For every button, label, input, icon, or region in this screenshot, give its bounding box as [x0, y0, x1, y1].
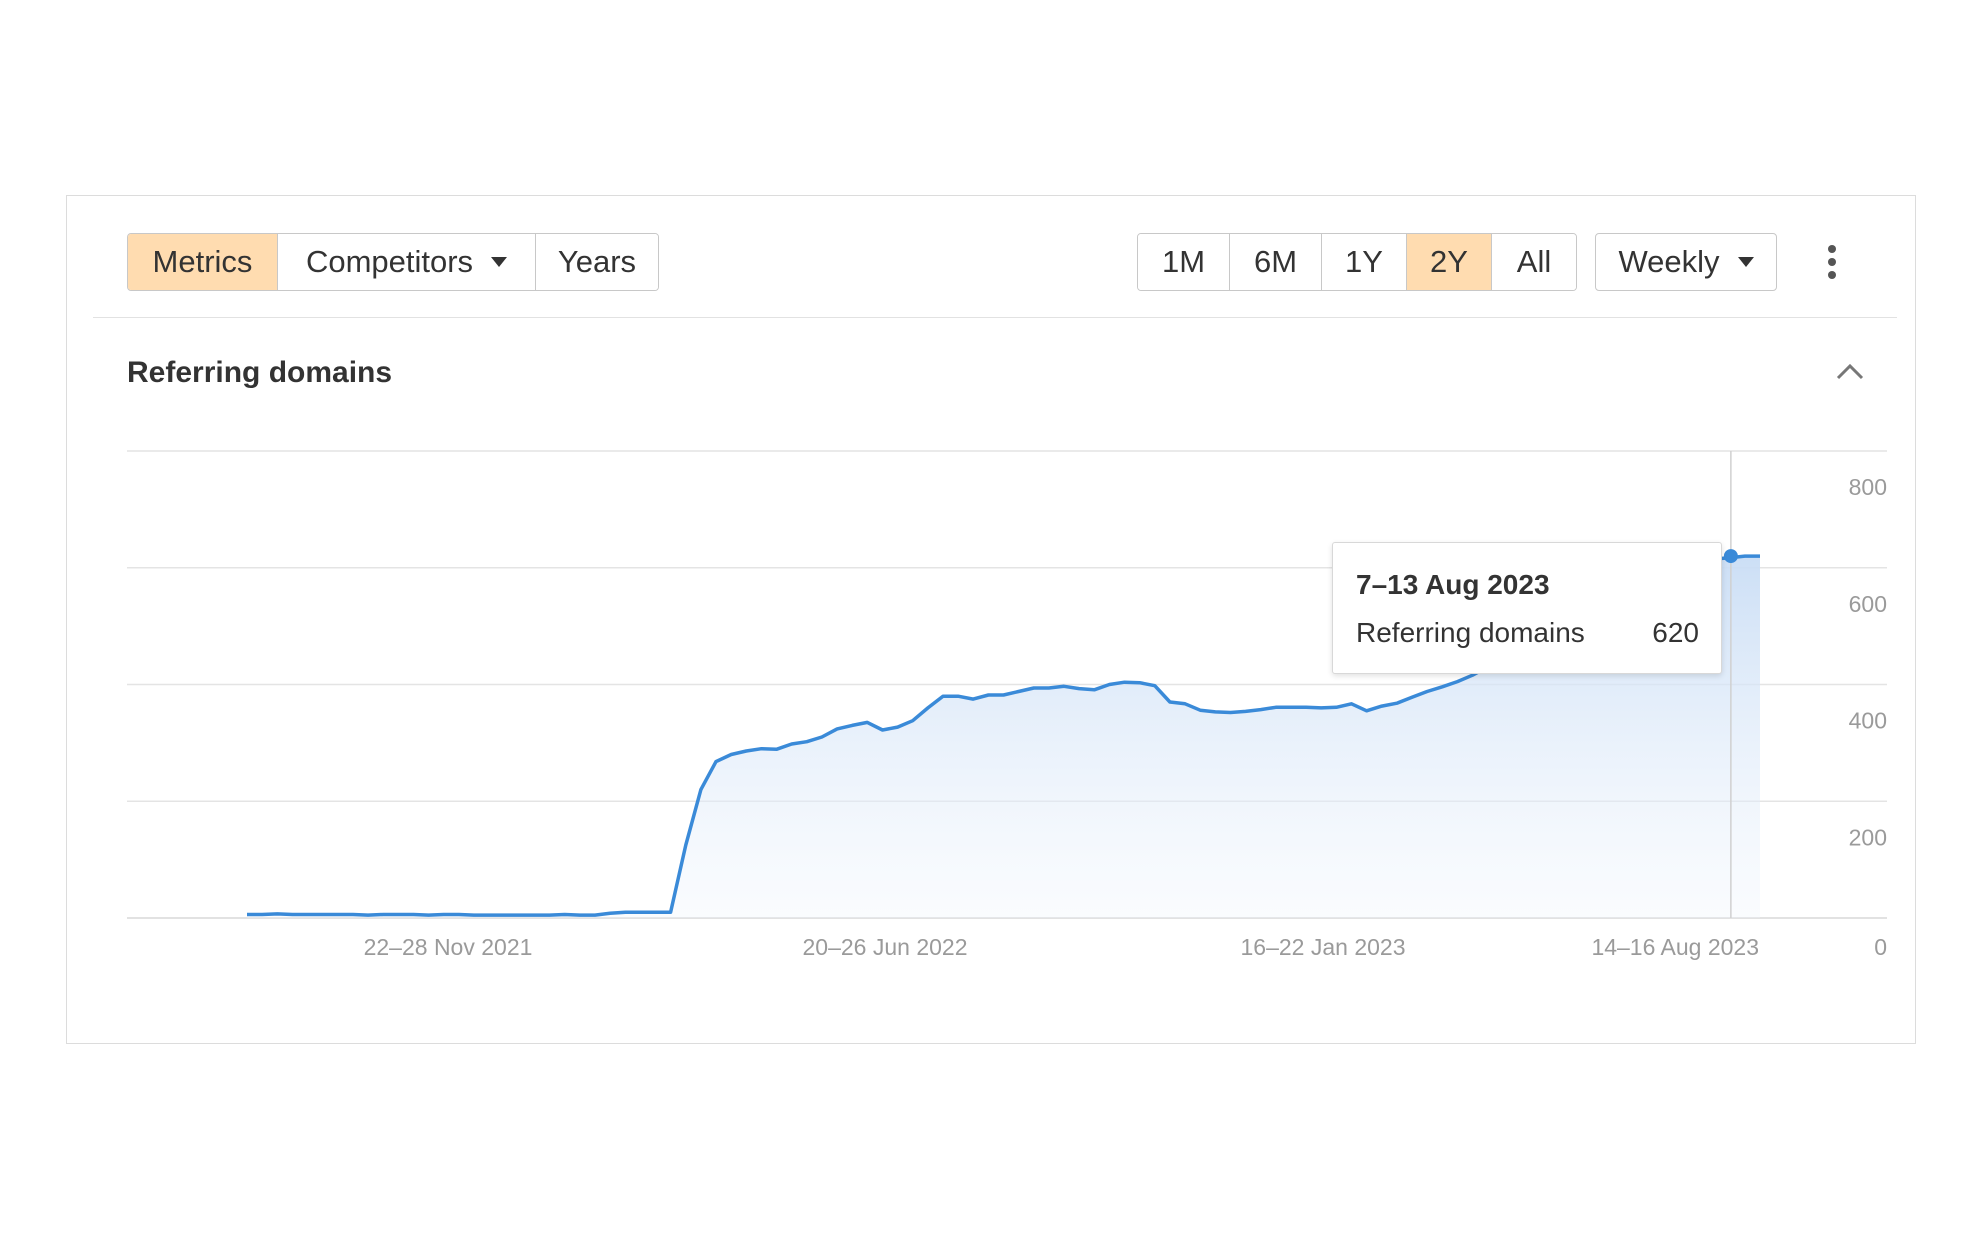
referring-domains-card: Metrics Competitors Years 1M 6M 1Y 2Y Al…: [66, 195, 1916, 1044]
x-tick-label: 16–22 Jan 2023: [1241, 934, 1406, 960]
tooltip-label: Referring domains: [1356, 617, 1585, 648]
y-tick-label: 200: [1849, 824, 1887, 850]
chart-tooltip: 7–13 Aug 2023 Referring domains 620: [1332, 542, 1722, 674]
x-tick-label: 22–28 Nov 2021: [364, 934, 533, 960]
y-axis-ticks: 800 600 400 200 0: [1849, 474, 1887, 960]
highlight-point: [1723, 549, 1738, 564]
y-tick-label: 0: [1874, 934, 1887, 960]
tooltip-value: 620: [1652, 617, 1699, 648]
y-tick-label: 600: [1849, 591, 1887, 617]
x-tick-label: 14–16 Aug 2023: [1591, 934, 1759, 960]
y-tick-label: 400: [1849, 708, 1887, 734]
x-tick-label: 20–26 Jun 2022: [803, 934, 968, 960]
x-axis-ticks: 22–28 Nov 2021 20–26 Jun 2022 16–22 Jan 20…: [364, 934, 1759, 960]
tooltip-date: 7–13 Aug 2023: [1356, 569, 1550, 600]
y-tick-label: 800: [1849, 474, 1887, 500]
